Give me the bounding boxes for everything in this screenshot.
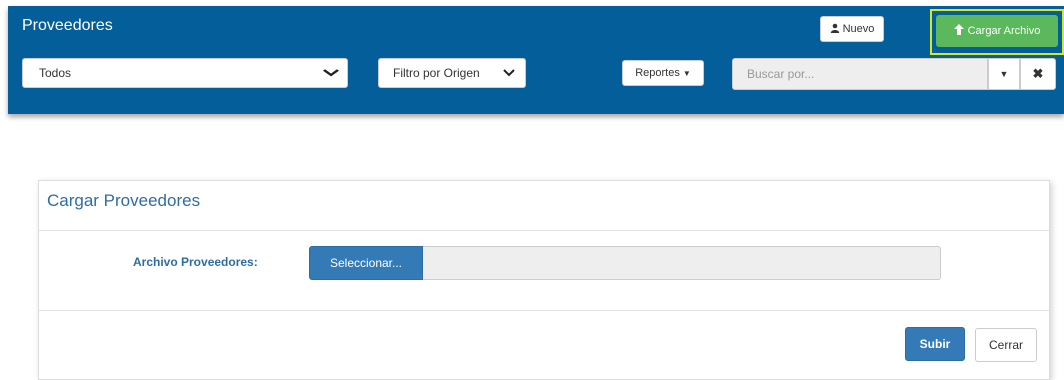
panel-title: Cargar Proveedores (47, 191, 201, 210)
chevron-down-icon (323, 66, 340, 80)
divider (39, 310, 1049, 311)
todos-select[interactable]: Todos (22, 58, 348, 88)
page-title: Proveedores (22, 17, 113, 34)
user-icon (830, 23, 840, 36)
subir-button[interactable]: Subir (905, 327, 965, 361)
search-input[interactable] (732, 58, 988, 90)
caret-down-icon: ▼ (999, 69, 1009, 79)
divider (39, 230, 1049, 231)
origen-filter-value: Filtro por Origen (393, 66, 480, 80)
chevron-down-icon (503, 66, 515, 80)
file-name-field[interactable] (423, 246, 941, 280)
clear-search-button[interactable]: ✖ (1020, 58, 1056, 90)
search-options-button[interactable]: ▼ (988, 58, 1020, 90)
archivo-proveedores-label: Archivo Proveedores: (133, 255, 258, 269)
cerrar-button[interactable]: Cerrar (975, 328, 1037, 362)
cargar-archivo-label: Cargar Archivo (967, 25, 1041, 37)
seleccionar-file-button[interactable]: Seleccionar... (309, 246, 423, 280)
reportes-label: Reportes (635, 67, 680, 79)
reportes-dropdown-button[interactable]: Reportes ▼ (622, 60, 704, 86)
nuevo-label: Nuevo (842, 23, 875, 35)
todos-select-value: Todos (39, 66, 72, 80)
nuevo-button[interactable]: Nuevo (820, 16, 884, 42)
caret-down-icon: ▼ (682, 68, 691, 78)
close-icon: ✖ (1032, 66, 1044, 81)
cargar-proveedores-panel: Cargar Proveedores Archivo Proveedores: … (38, 180, 1050, 380)
top-bar: Proveedores Nuevo Cargar Archivo Todos F… (8, 6, 1064, 114)
arrow-up-icon (953, 24, 964, 38)
cargar-archivo-button[interactable]: Cargar Archivo (936, 15, 1058, 47)
origen-filter-select[interactable]: Filtro por Origen (378, 58, 526, 88)
